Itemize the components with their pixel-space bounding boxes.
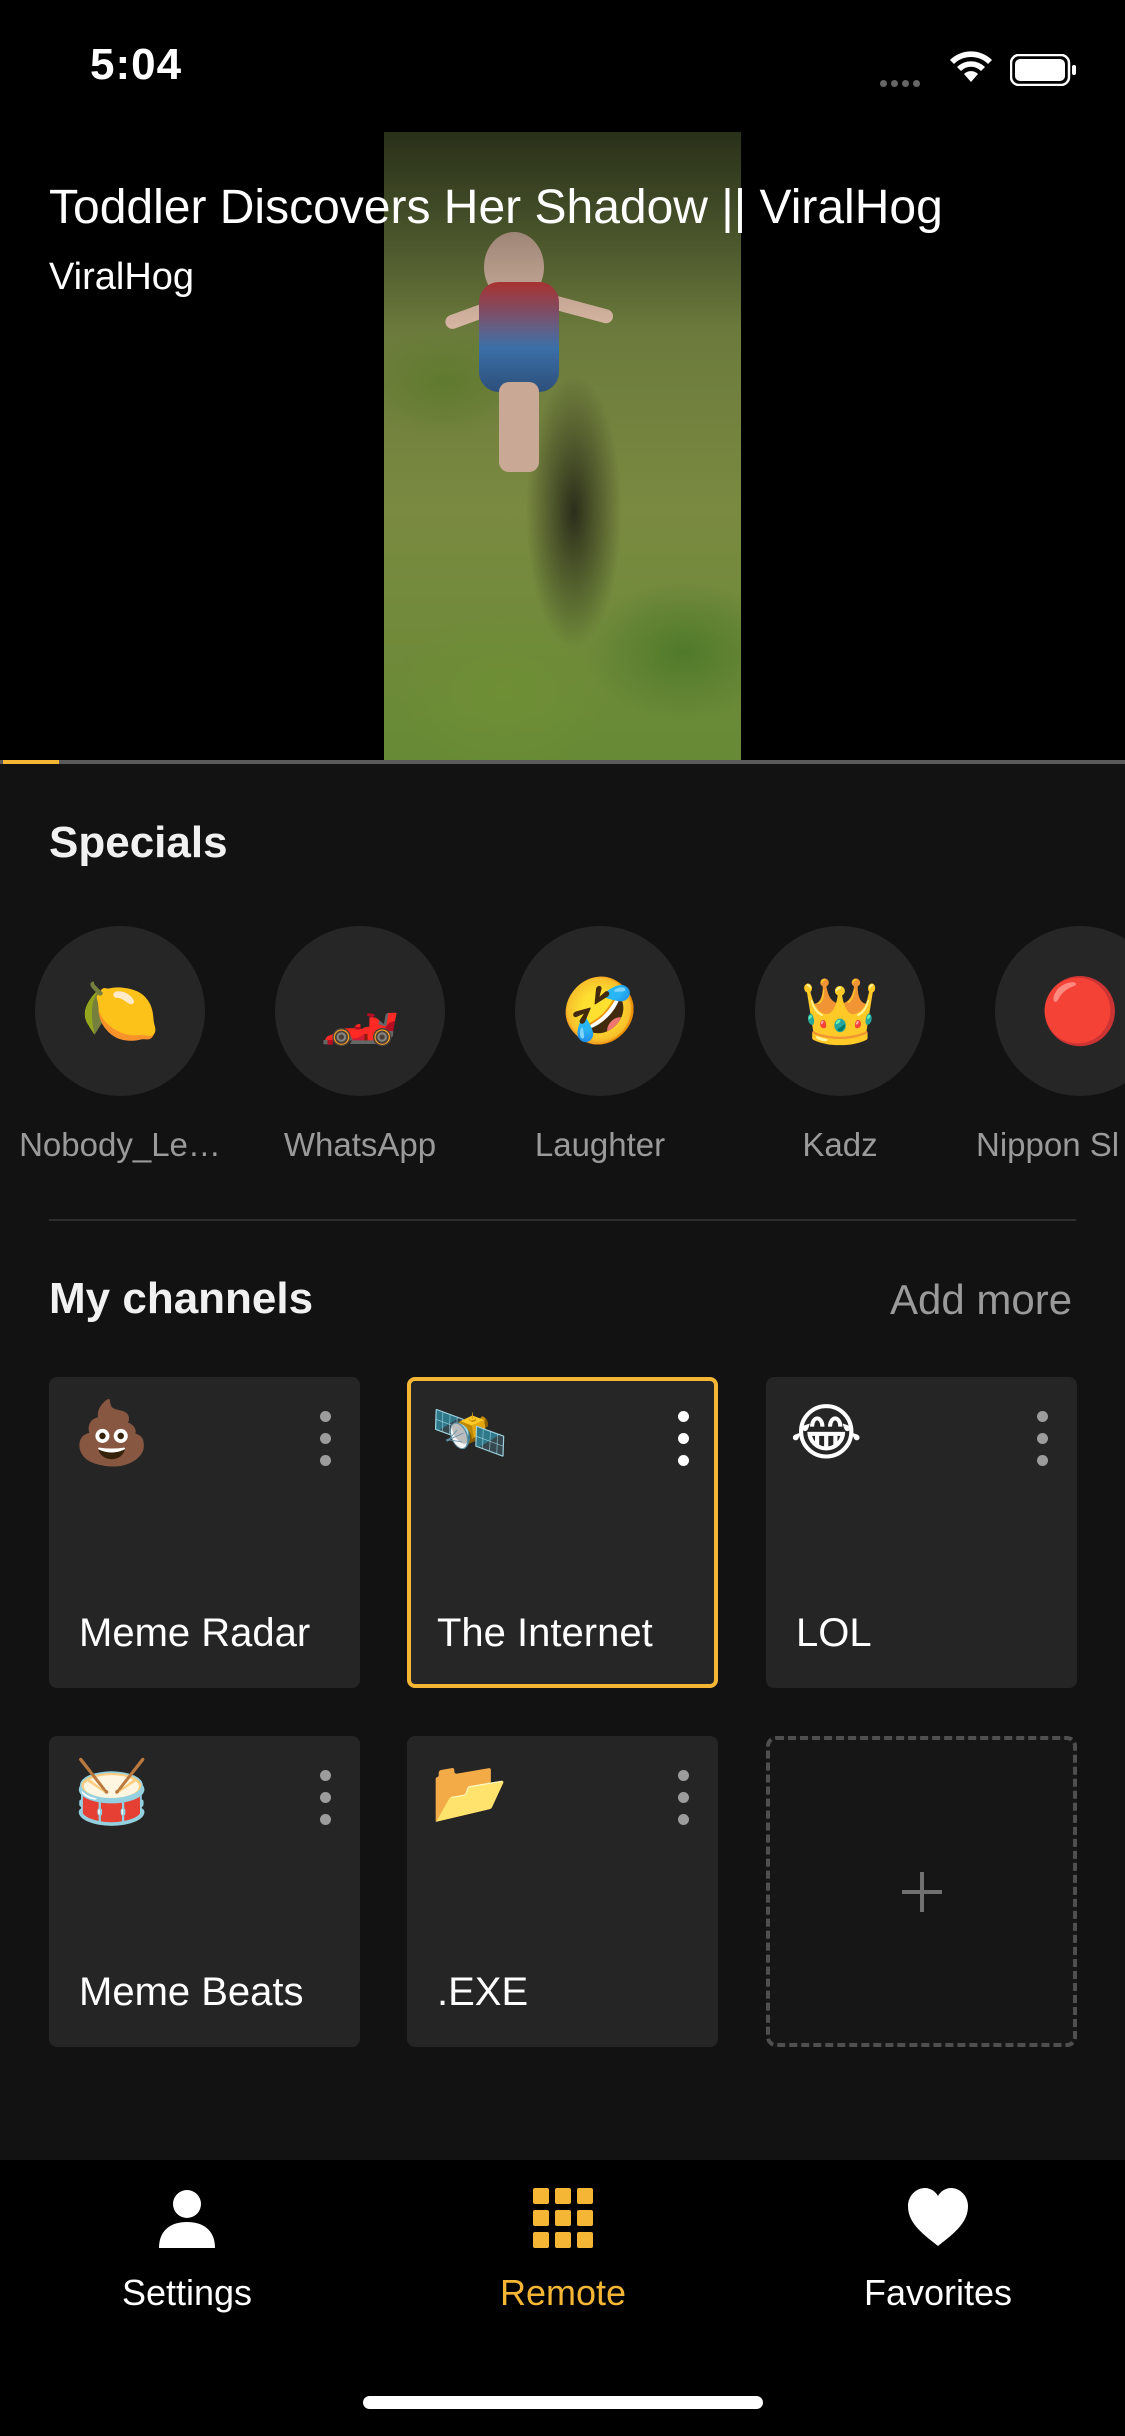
special-label: WhatsApp [283, 1126, 437, 1163]
my-channels-title: My channels [49, 1274, 314, 1323]
folder-icon: 📂 [431, 1758, 509, 1827]
add-channel-tile[interactable] [766, 1736, 1077, 2047]
channel-label: Meme Radar [79, 1611, 311, 1655]
wifi-icon [950, 51, 992, 82]
more-options-icon[interactable] [320, 1411, 332, 1467]
video-player[interactable]: Toddler Discovers Her Shadow || ViralHog… [0, 132, 1125, 764]
battery-icon [1010, 54, 1076, 86]
lemon-icon: 🍋 [80, 975, 160, 1047]
poop-icon: 💩 [73, 1399, 151, 1468]
crowned-avatar-icon: 👑 [800, 975, 880, 1047]
tab-bar: Settings Remote Favorites [0, 2160, 1125, 2436]
japan-flag-icon: 🔴 [1040, 975, 1120, 1047]
special-item-nobody-le[interactable]: 🍋 [35, 926, 205, 1096]
more-options-icon[interactable] [320, 1770, 332, 1826]
cellular-signal-icon [880, 74, 934, 87]
video-progress-track[interactable] [0, 760, 1125, 764]
section-divider [49, 1219, 1076, 1221]
special-item-whatsapp[interactable]: 🏎️ [275, 926, 445, 1096]
tab-settings[interactable]: Settings [67, 2186, 307, 2326]
laughing-face-icon: 🤣 [560, 975, 640, 1047]
tab-remote[interactable]: Remote [443, 2186, 683, 2326]
channel-tile-meme-radar[interactable]: 💩 Meme Radar [49, 1377, 360, 1688]
video-title: Toddler Discovers Her Shadow || ViralHog [49, 181, 943, 234]
channel-label: Meme Beats [79, 1970, 304, 2014]
person-icon [159, 2190, 215, 2248]
special-label: Kadz [802, 1126, 878, 1163]
tab-label: Favorites [863, 2272, 1013, 2313]
special-label: Laughter [534, 1126, 666, 1163]
satellite-icon: 🛰️ [431, 1399, 509, 1468]
special-item-laughter[interactable]: 🤣 [515, 926, 685, 1096]
special-label: Nippon Sl [976, 1126, 1120, 1163]
race-car-icon: 🏎️ [320, 975, 400, 1047]
drum-icon: 🥁 [73, 1758, 151, 1827]
status-bar: 5:04 [0, 0, 1125, 132]
more-options-icon[interactable] [678, 1770, 690, 1826]
heart-icon [908, 2188, 968, 2246]
channel-tile-lol[interactable]: 😂 LOL [766, 1377, 1077, 1688]
channel-label: .EXE [437, 1970, 529, 2014]
status-time: 5:04 [90, 40, 183, 89]
channel-tile-meme-beats[interactable]: 🥁 Meme Beats [49, 1736, 360, 2047]
channel-tile-the-internet[interactable]: 🛰️ The Internet [407, 1377, 718, 1688]
channel-label: The Internet [437, 1611, 653, 1655]
tears-of-joy-icon: 😂 [790, 1399, 863, 1468]
specials-title: Specials [49, 818, 228, 867]
special-label: Nobody_Le… [19, 1126, 221, 1163]
tab-favorites[interactable]: Favorites [818, 2186, 1058, 2326]
more-options-icon[interactable] [678, 1411, 690, 1467]
video-progress-fill [3, 760, 59, 764]
channel-tile-exe[interactable]: 📂 .EXE [407, 1736, 718, 2047]
video-channel: ViralHog [49, 256, 195, 298]
tab-label: Settings [121, 2272, 253, 2313]
home-indicator[interactable] [363, 2396, 763, 2409]
special-item-kadz[interactable]: 👑 [755, 926, 925, 1096]
plus-icon [901, 1871, 942, 1912]
grid-icon [533, 2188, 593, 2248]
more-options-icon[interactable] [1037, 1411, 1049, 1467]
special-item-nippon[interactable]: 🔴 [995, 926, 1125, 1096]
add-more-button[interactable]: Add more [890, 1276, 1072, 1324]
channel-label: LOL [796, 1611, 872, 1655]
tab-label: Remote [499, 2272, 627, 2313]
